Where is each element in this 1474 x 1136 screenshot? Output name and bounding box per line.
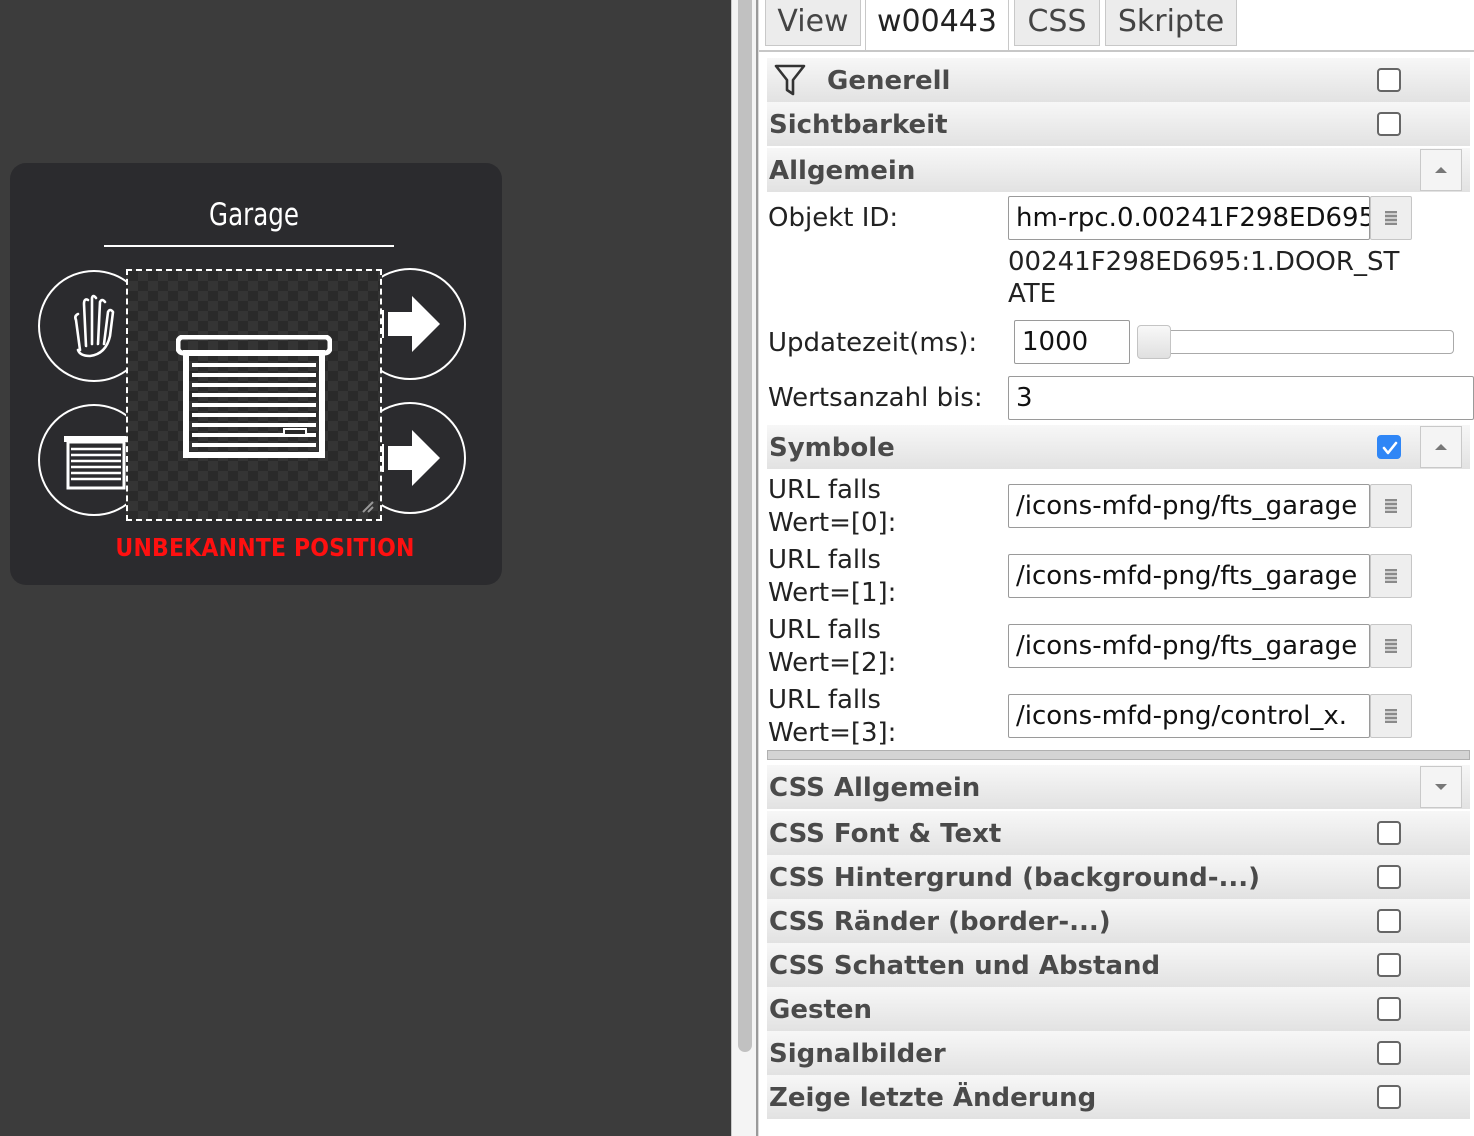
- updatezeit-input[interactable]: 1000: [1014, 320, 1130, 364]
- objekt-id-note-cont: ATE: [1008, 279, 1057, 309]
- chevron-up-icon: [1435, 167, 1447, 173]
- wertsanzahl-input[interactable]: 3: [1008, 376, 1474, 420]
- garage-widget[interactable]: Garage UNBEKANNTE POSITION: [10, 163, 502, 585]
- section-gesten[interactable]: Gesten: [767, 987, 1470, 1031]
- section-label: CSS Allgemein: [769, 773, 981, 803]
- section-allgemein[interactable]: Allgemein: [767, 148, 1470, 192]
- tab-view[interactable]: View: [765, 0, 861, 46]
- letzte-aenderung-checkbox[interactable]: [1377, 1085, 1401, 1109]
- section-divider: [767, 750, 1470, 760]
- css-raender-checkbox[interactable]: [1377, 909, 1401, 933]
- section-generell[interactable]: Generell: [767, 58, 1470, 102]
- collapse-allgemein-button[interactable]: [1420, 149, 1462, 191]
- section-label: Generell: [827, 66, 951, 96]
- picker-icon: [1385, 709, 1397, 723]
- section-label: Signalbilder: [769, 1039, 946, 1069]
- url-label-0: URL falls: [768, 475, 881, 505]
- section-signalbilder[interactable]: Signalbilder: [767, 1031, 1470, 1075]
- section-css-hintergrund[interactable]: CSS Hintergrund (background-...): [767, 855, 1470, 899]
- url-label-0-value: Wert=[0]:: [768, 508, 897, 538]
- resize-grip-icon[interactable]: [360, 499, 374, 513]
- css-font-checkbox[interactable]: [1377, 821, 1401, 845]
- url-input-3[interactable]: /icons-mfd-png/control_x.: [1008, 694, 1370, 738]
- tab-css[interactable]: CSS: [1014, 0, 1100, 46]
- gesten-checkbox[interactable]: [1377, 997, 1401, 1021]
- section-label: Sichtbarkeit: [769, 110, 948, 140]
- css-hintergrund-checkbox[interactable]: [1377, 865, 1401, 889]
- section-css-raender[interactable]: CSS Ränder (border-...): [767, 899, 1470, 943]
- url-input-1[interactable]: /icons-mfd-png/fts_garage: [1008, 554, 1370, 598]
- expand-css-allgemein-button[interactable]: [1420, 766, 1462, 808]
- url-picker-button-2[interactable]: [1370, 624, 1412, 668]
- section-label: CSS Ränder (border-...): [769, 907, 1111, 937]
- url-label-1-value: Wert=[1]:: [768, 578, 897, 608]
- section-css-font[interactable]: CSS Font & Text: [767, 811, 1470, 855]
- wertsanzahl-label: Wertsanzahl bis:: [768, 383, 983, 413]
- splitter-line: [756, 0, 758, 1136]
- section-label: Zeige letzte Änderung: [769, 1083, 1097, 1113]
- section-label: Allgemein: [769, 156, 916, 186]
- picker-icon: [1385, 639, 1397, 653]
- url-label-3-value: Wert=[3]:: [768, 718, 897, 748]
- url-input-2[interactable]: /icons-mfd-png/fts_garage: [1008, 624, 1370, 668]
- section-label: CSS Hintergrund (background-...): [769, 863, 1261, 893]
- symbole-checkbox[interactable]: [1377, 435, 1401, 459]
- url-picker-button-3[interactable]: [1370, 694, 1412, 738]
- widget-title: Garage: [209, 197, 299, 233]
- url-label-1: URL falls: [768, 545, 881, 575]
- collapse-symbole-button[interactable]: [1420, 426, 1462, 468]
- attributes-panel: View w00443 CSS Skripte Generell Sichtba…: [759, 0, 1474, 1136]
- vis-canvas: Garage UNBEKANNTE POSITION: [0, 0, 731, 1136]
- filter-icon[interactable]: [773, 62, 807, 98]
- section-letzte-aenderung[interactable]: Zeige letzte Änderung: [767, 1075, 1470, 1119]
- updatezeit-slider-handle[interactable]: [1137, 325, 1171, 359]
- objekt-id-label: Objekt ID:: [768, 203, 899, 233]
- checkmark-icon: [1382, 441, 1398, 455]
- section-css-schatten[interactable]: CSS Schatten und Abstand: [767, 943, 1470, 987]
- objekt-id-note: 00241F298ED695:1.DOOR_ST: [1008, 247, 1400, 277]
- picker-icon: [1385, 569, 1397, 583]
- canvas-scrollbar[interactable]: [738, 0, 752, 1052]
- garage-door-icon: [176, 335, 332, 458]
- section-label: Gesten: [769, 995, 873, 1025]
- section-label: CSS Schatten und Abstand: [769, 951, 1161, 981]
- section-label: CSS Font & Text: [769, 819, 1002, 849]
- sichtbarkeit-checkbox[interactable]: [1377, 112, 1401, 136]
- url-picker-button-0[interactable]: [1370, 484, 1412, 528]
- picker-icon: [1385, 499, 1397, 513]
- section-css-allgemein[interactable]: CSS Allgemein: [767, 765, 1470, 809]
- panel-splitter[interactable]: [731, 0, 759, 1136]
- objekt-id-picker-button[interactable]: [1370, 196, 1412, 240]
- section-symbole[interactable]: Symbole: [767, 425, 1470, 469]
- css-schatten-checkbox[interactable]: [1377, 953, 1401, 977]
- chevron-down-icon: [1435, 784, 1447, 790]
- picker-icon: [1385, 211, 1397, 225]
- url-input-0[interactable]: /icons-mfd-png/fts_garage: [1008, 484, 1370, 528]
- generell-checkbox[interactable]: [1377, 68, 1401, 92]
- section-sichtbarkeit[interactable]: Sichtbarkeit: [767, 102, 1470, 146]
- updatezeit-slider[interactable]: [1138, 330, 1454, 354]
- tab-bar: View w00443 CSS Skripte: [759, 0, 1474, 52]
- url-label-3: URL falls: [768, 685, 881, 715]
- url-picker-button-1[interactable]: [1370, 554, 1412, 598]
- tab-widget[interactable]: w00443: [865, 0, 1009, 50]
- status-text: UNBEKANNTE POSITION: [115, 533, 415, 562]
- url-label-2-value: Wert=[2]:: [768, 648, 897, 678]
- section-label: Symbole: [769, 433, 895, 463]
- chevron-up-icon: [1435, 444, 1447, 450]
- updatezeit-label: Updatezeit(ms):: [768, 328, 978, 358]
- signalbilder-checkbox[interactable]: [1377, 1041, 1401, 1065]
- tab-skripte[interactable]: Skripte: [1105, 0, 1237, 46]
- url-label-2: URL falls: [768, 615, 881, 645]
- objekt-id-input[interactable]: hm-rpc.0.00241F298ED695.1.DOOR_STATE: [1008, 196, 1370, 240]
- selected-image-widget[interactable]: [126, 269, 382, 521]
- title-underline: [104, 245, 394, 247]
